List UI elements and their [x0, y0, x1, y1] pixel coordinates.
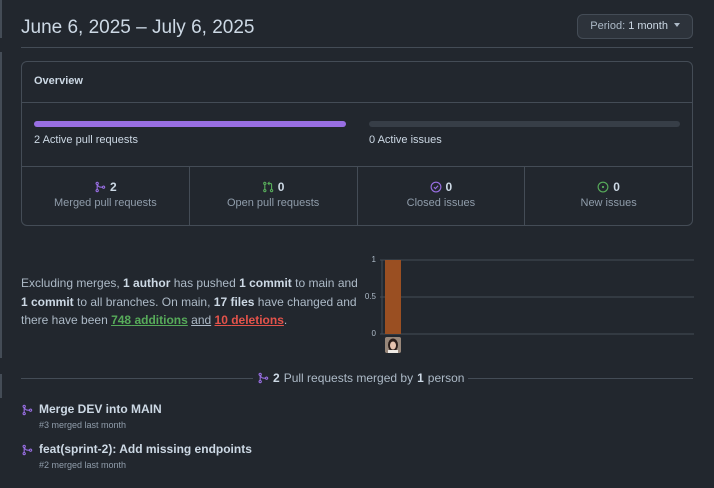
pull-requests-bar-track — [34, 121, 346, 127]
stat-closed-issues[interactable]: 0 Closed issues — [358, 167, 526, 225]
pull-request-title-link[interactable]: Merge DEV into MAIN — [39, 402, 162, 416]
stat-new-issues[interactable]: 0 New issues — [525, 167, 692, 225]
pull-request-title-link[interactable]: feat(sprint-2): Add missing endpoints — [39, 442, 252, 456]
pull-requests-bar-fill — [34, 121, 346, 127]
active-pr-count: 2 — [34, 134, 41, 146]
period-dropdown-button[interactable]: Period: 1 month — [577, 14, 693, 39]
overview-panel: Overview 2 Active pull requests 0 Active… — [21, 61, 693, 226]
active-pr-label: Active pull requests — [42, 134, 138, 146]
contributor-avatar[interactable] — [385, 337, 401, 353]
stat-open-pull-requests[interactable]: 0 Open pull requests — [190, 167, 358, 225]
stat-closed-label: Closed issues — [406, 197, 476, 209]
additions-link[interactable]: 748 additions — [111, 313, 188, 327]
overview-title: Overview — [22, 62, 692, 103]
chart-plot — [380, 259, 694, 335]
stat-open-label: Open pull requests — [226, 197, 320, 209]
issues-bar-track — [369, 121, 680, 127]
pulse-header: June 6, 2025 – July 6, 2025 Period: 1 mo… — [21, 14, 693, 48]
active-issues-label: Active issues — [377, 134, 442, 146]
pull-requests-summary[interactable]: 2 Active pull requests — [34, 121, 346, 146]
pull-request-meta: #3 merged last month — [39, 420, 127, 430]
stat-open-value: 0 — [277, 180, 285, 194]
deletions-link[interactable]: 10 deletions — [215, 313, 284, 327]
stat-closed-value: 0 — [445, 180, 453, 194]
issue-opened-icon — [597, 181, 609, 193]
left-panel-edge — [0, 0, 2, 488]
merge-icon — [22, 404, 33, 416]
commits-all-count: 1 commit — [21, 294, 74, 309]
period-value: 1 month — [628, 20, 668, 32]
caret-down-icon — [674, 23, 680, 28]
pull-request-icon — [262, 181, 274, 193]
pull-request-meta: #2 merged last month — [39, 460, 127, 470]
merged-people-count: 1 — [417, 371, 424, 385]
stat-merged-value: 2 — [110, 180, 117, 194]
check-circle-icon — [430, 181, 441, 193]
author-count: 1 author — [123, 276, 171, 290]
stat-new-label: New issues — [580, 197, 637, 209]
stat-new-value: 0 — [613, 180, 620, 194]
merged-count: 2 — [273, 371, 280, 385]
issues-summary[interactable]: 0 Active issues — [369, 121, 680, 146]
stat-merged-label: Merged pull requests — [54, 197, 157, 209]
date-range-title: June 6, 2025 – July 6, 2025 — [21, 17, 255, 38]
chart-bar[interactable] — [385, 260, 401, 334]
merge-icon — [22, 444, 33, 456]
and-text: and — [191, 313, 212, 327]
commit-summary: Excluding merges, 1 author has pushed 1 … — [21, 276, 358, 327]
merge-icon — [258, 372, 269, 384]
merge-icon — [95, 181, 106, 193]
commits-main-count: 1 commit — [239, 276, 292, 290]
contributors-bar-chart: 1 0.5 0 — [362, 253, 696, 357]
active-issues-count: 0 — [369, 134, 376, 146]
stat-merged-pull-requests[interactable]: 2 Merged pull requests — [22, 167, 190, 225]
merged-section-heading: 2 Pull requests merged by 1 person — [253, 371, 469, 385]
overview-stats: 2 Merged pull requests 0 Open pull reque… — [22, 167, 692, 225]
overview-activity-bars: 2 Active pull requests 0 Active issues — [22, 103, 692, 167]
files-changed-count: 17 files — [213, 294, 255, 309]
period-prefix: Period: — [590, 20, 626, 32]
